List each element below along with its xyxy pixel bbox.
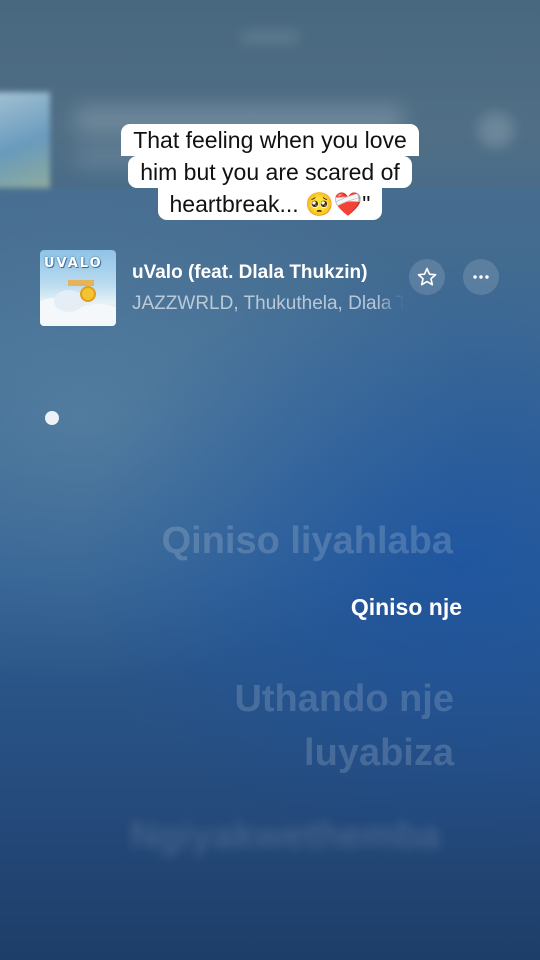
star-outline-icon: [417, 267, 437, 286]
caption-line-1: That feeling when you love: [121, 124, 419, 156]
lyric-next-line[interactable]: Uthando nje luyabiza: [234, 672, 454, 780]
lyric-progress-dot: [45, 411, 59, 425]
track-artists[interactable]: JAZZWRLD, Thukuthela, Dlala Thukzin: [132, 293, 404, 315]
artwork-cloud: [54, 290, 84, 312]
video-caption: That feeling when you love him but you a…: [0, 124, 540, 220]
more-options-button[interactable]: [463, 259, 499, 295]
caption-line-2: him but you are scared of: [128, 156, 412, 188]
track-title[interactable]: uValo (feat. Dlala Thukzin): [132, 262, 414, 284]
ellipsis-icon: [473, 275, 489, 279]
artwork-title: UVALO: [44, 256, 103, 271]
caption-line-3: heartbreak... 🥺❤️‍🩹": [157, 188, 383, 220]
sunflower-icon: [82, 288, 94, 300]
artwork-banner: [68, 280, 94, 286]
lyric-next-line-2: luyabiza: [304, 732, 454, 774]
lyric-previous-line[interactable]: Qiniso liyahlaba: [162, 520, 453, 563]
lyric-upcoming-line[interactable]: Ngiyakwethemba: [130, 815, 440, 858]
album-artwork[interactable]: UVALO: [40, 250, 116, 326]
lyric-current-line[interactable]: Qiniso nje: [351, 594, 462, 621]
now-playing-header: UVALO uValo (feat. Dlala Thukzin) JAZZWR…: [40, 250, 510, 328]
lyric-next-line-1: Uthando nje: [234, 678, 454, 720]
favorite-button[interactable]: [409, 259, 445, 295]
blurred-status-bar: [240, 30, 300, 44]
